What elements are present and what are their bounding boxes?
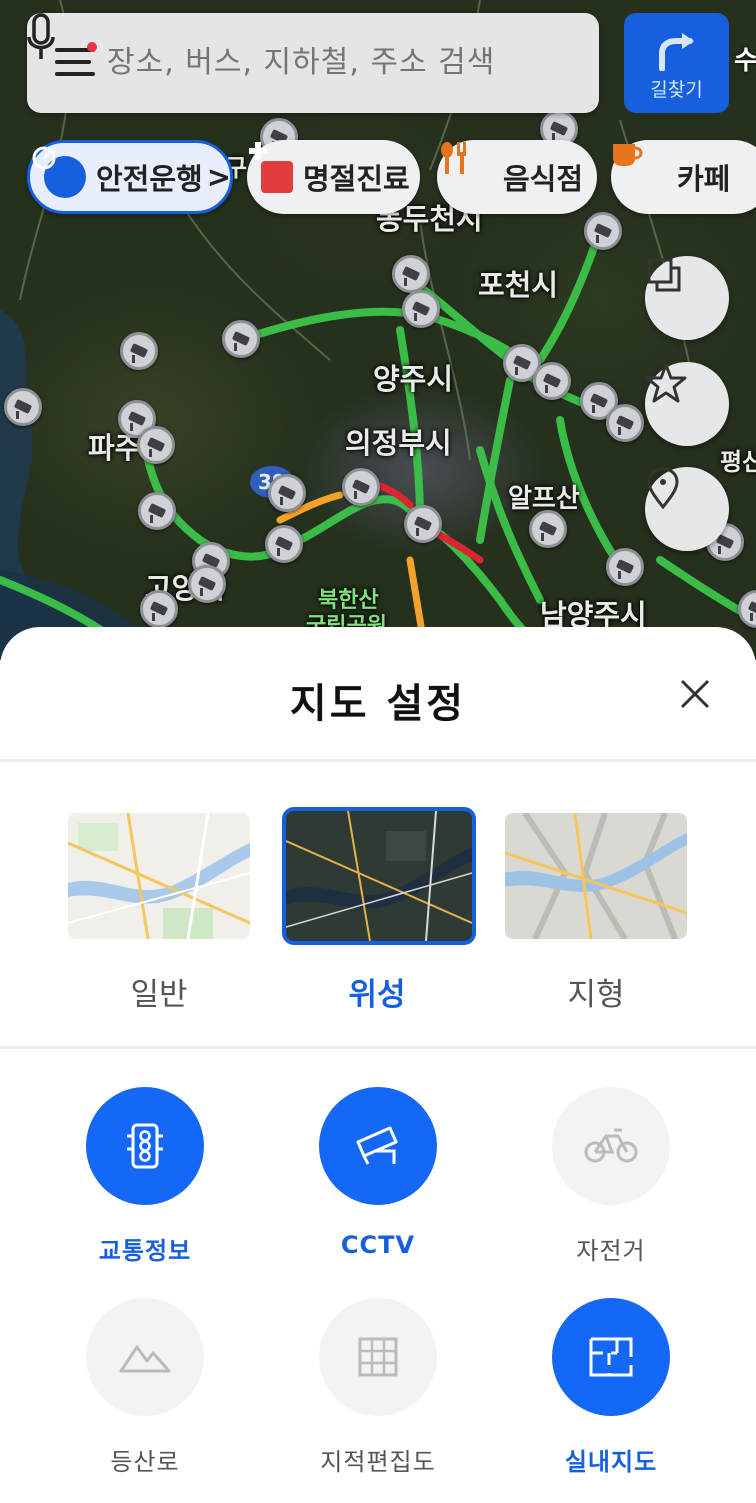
normal-map-thumbnail [68, 813, 250, 939]
turn-right-arrow-icon [659, 33, 694, 71]
map-type-normal[interactable]: 일반 [64, 813, 254, 1014]
divider [0, 1046, 756, 1049]
cctv-marker[interactable] [138, 492, 176, 530]
cctv-marker[interactable] [606, 404, 644, 442]
chip-label: 음식점 [503, 162, 584, 196]
chip-safe-driving[interactable]: 안전운행 > [27, 140, 233, 214]
cctv-marker[interactable] [268, 474, 306, 512]
divider [0, 759, 756, 762]
map-type-satellite[interactable]: 위성 [282, 807, 476, 1014]
cctv-marker[interactable] [392, 255, 430, 293]
map-label: 양주시 [373, 362, 454, 396]
layer-toggle[interactable] [86, 1298, 204, 1416]
map-type-label: 지형 [567, 977, 625, 1013]
cctv-marker[interactable] [120, 332, 158, 370]
chip-restaurants[interactable]: 음식점 [437, 140, 597, 214]
cctv-marker[interactable] [342, 468, 380, 506]
map-label: 포천시 [478, 268, 559, 302]
layer-toggle[interactable] [552, 1298, 670, 1416]
fork-knife-icon [441, 142, 493, 198]
cctv-marker[interactable] [265, 525, 303, 563]
layer-bicycle[interactable]: 자전거 [531, 1087, 691, 1266]
satellite-map-thumbnail [282, 807, 476, 945]
cctv-marker[interactable] [402, 290, 440, 328]
search-input[interactable] [107, 45, 507, 80]
speedometer-icon [32, 146, 86, 198]
map-layers-icon [647, 258, 681, 292]
menu-icon[interactable] [55, 42, 97, 80]
layer-cctv[interactable]: CCTV [298, 1087, 458, 1259]
layer-toggle[interactable] [319, 1087, 437, 1205]
map-settings-sheet: 지도 설정 일반 위성 지형 교통정보 CCTV 자전거 등산로 지적편집도 실… [0, 627, 756, 1503]
layer-label: 자전거 [576, 1237, 646, 1265]
layer-traffic[interactable]: 교통정보 [65, 1087, 225, 1266]
search-bar[interactable] [27, 13, 599, 113]
layer-label: 지적편집도 [320, 1448, 436, 1476]
chip-label: 안전운행 [96, 162, 203, 196]
layer-indoor[interactable]: 실내지도 [531, 1298, 691, 1477]
map-label: 수 [734, 46, 756, 76]
layers-button[interactable] [645, 256, 729, 340]
cctv-marker[interactable] [533, 362, 571, 400]
close-icon[interactable] [678, 677, 712, 711]
location-pin-icon [647, 467, 679, 509]
directions-button[interactable]: 길찾기 [624, 13, 729, 113]
cctv-marker[interactable] [4, 388, 42, 426]
cctv-marker[interactable] [140, 590, 178, 628]
notification-dot [87, 42, 97, 52]
chip-label: 카페 [677, 162, 731, 196]
traffic-light-icon [127, 1123, 163, 1169]
layer-toggle[interactable] [552, 1087, 670, 1205]
layer-label: 등산로 [110, 1448, 180, 1476]
layer-toggle[interactable] [86, 1087, 204, 1205]
coffee-cup-icon [613, 144, 667, 198]
medical-cross-icon [249, 142, 293, 193]
layer-cadastral[interactable]: 지적편집도 [298, 1298, 458, 1477]
layer-label: 실내지도 [564, 1448, 658, 1476]
cctv-marker[interactable] [404, 505, 442, 543]
cctv-marker[interactable] [222, 320, 260, 358]
chip-cafe[interactable]: 카페 [611, 140, 756, 214]
layer-toggle[interactable] [319, 1298, 437, 1416]
map-type-label: 위성 [348, 977, 406, 1013]
favorites-button[interactable] [645, 362, 729, 446]
cctv-marker[interactable] [529, 510, 567, 548]
my-places-button[interactable] [645, 467, 729, 551]
layer-label: 교통정보 [98, 1237, 192, 1265]
chevron-right-icon: > [206, 160, 232, 194]
directions-label: 길찾기 [650, 79, 703, 101]
chip-label: 명절진료 [303, 162, 410, 196]
map-type-terrain[interactable]: 지형 [501, 813, 691, 1014]
sheet-title: 지도 설정 [289, 681, 467, 727]
terrain-map-thumbnail [505, 813, 687, 939]
cctv-camera-icon [356, 1126, 398, 1165]
microphone-icon[interactable] [27, 13, 55, 63]
layer-hiking[interactable]: 등산로 [65, 1298, 225, 1477]
star-icon [645, 363, 687, 403]
cctv-marker[interactable] [606, 548, 644, 586]
cctv-marker[interactable] [137, 426, 175, 464]
satellite-map[interactable]: 동두천시 포천시 양주시 의정부시 파주시 고양시 북한산 국립공원 남양주시 … [0, 0, 756, 660]
layer-label: CCTV [340, 1231, 416, 1259]
cctv-marker[interactable] [584, 212, 622, 250]
mountain-icon [119, 1345, 171, 1373]
floorplan-icon [589, 1337, 633, 1377]
grid-icon [358, 1337, 398, 1377]
bicycle-icon [584, 1128, 638, 1163]
cctv-marker[interactable] [188, 565, 226, 603]
map-type-label: 일반 [130, 977, 188, 1013]
chip-holiday-clinic[interactable]: 명절진료 [247, 140, 420, 214]
map-label: 의정부시 [345, 426, 452, 460]
map-label: 평산 [720, 448, 756, 476]
app-screen: 동두천시 포천시 양주시 의정부시 파주시 고양시 북한산 국립공원 남양주시 … [0, 0, 756, 1503]
